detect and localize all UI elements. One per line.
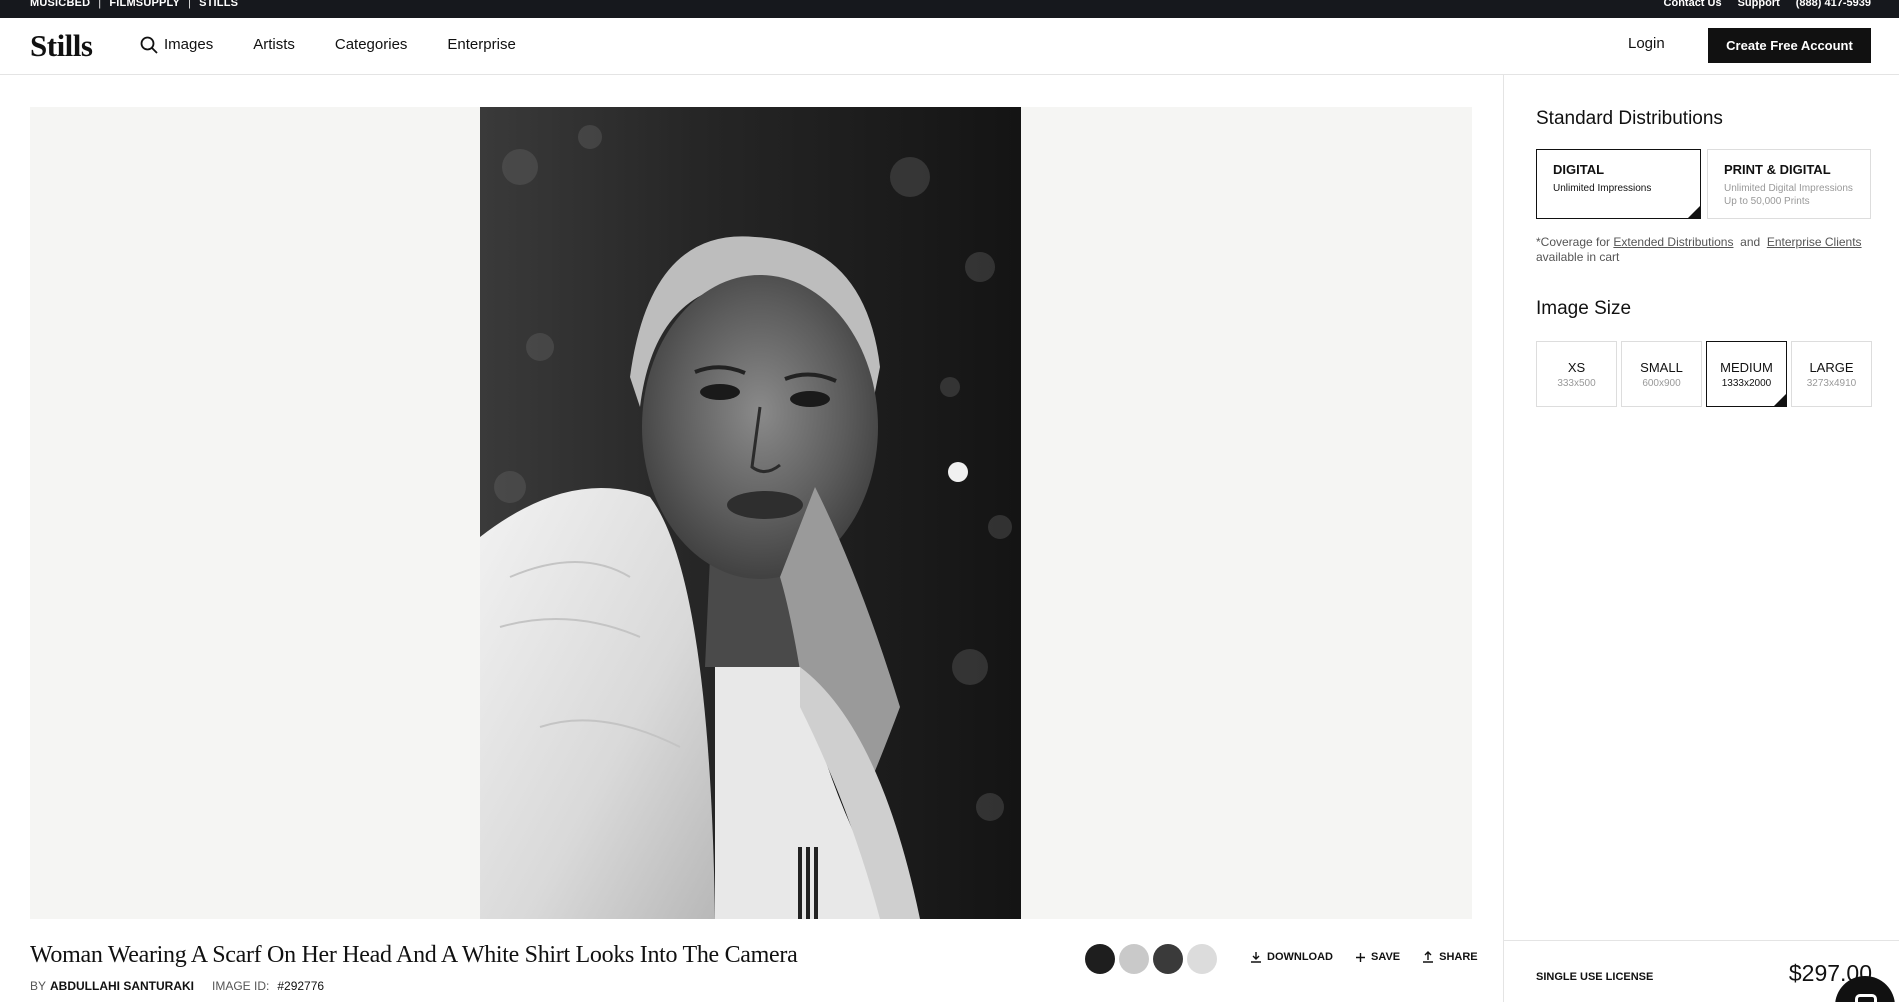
image-actions: DOWNLOAD SAVE SHARE bbox=[1250, 951, 1478, 963]
extended-distributions-link[interactable]: Extended Distributions bbox=[1613, 235, 1733, 249]
coverage-and: and bbox=[1740, 235, 1761, 249]
size-name: MEDIUM bbox=[1720, 359, 1773, 375]
portrait-photo[interactable] bbox=[480, 107, 1021, 919]
distributions-heading: Standard Distributions bbox=[1536, 108, 1723, 129]
share-button[interactable]: SHARE bbox=[1422, 951, 1478, 963]
utility-links: Contact Us Support (888) 417-5939 bbox=[1664, 0, 1871, 9]
image-meta: BY ABDULLAHI SANTURAKI IMAGE ID: #292776 bbox=[30, 979, 324, 993]
distribution-title: PRINT & DIGITAL bbox=[1724, 162, 1831, 177]
save-label: SAVE bbox=[1371, 951, 1401, 963]
search-icon bbox=[140, 36, 158, 54]
size-name: LARGE bbox=[1809, 359, 1854, 375]
share-icon bbox=[1423, 951, 1434, 963]
image-title: Woman Wearing A Scarf On Her Head And A … bbox=[30, 942, 798, 968]
size-name: SMALL bbox=[1640, 359, 1683, 375]
selected-corner-marker bbox=[1688, 206, 1700, 218]
distribution-desc: Up to 50,000 Prints bbox=[1724, 196, 1810, 207]
phone-link[interactable]: (888) 417-5939 bbox=[1796, 0, 1871, 9]
chat-icon bbox=[1855, 994, 1877, 1002]
image-size-heading: Image Size bbox=[1536, 298, 1632, 319]
nav-item-artists[interactable]: Artists bbox=[253, 36, 295, 53]
size-dims: 600x900 bbox=[1642, 377, 1681, 389]
stills-logo[interactable]: Stills bbox=[30, 28, 93, 64]
support-link[interactable]: Support bbox=[1738, 0, 1780, 9]
color-swatch[interactable] bbox=[1085, 944, 1115, 974]
nav-item-categories[interactable]: Categories bbox=[335, 36, 408, 53]
purchase-panel: Standard Distributions DIGITAL Unlimited… bbox=[1503, 75, 1899, 1002]
image-viewer bbox=[30, 107, 1472, 919]
by-label: BY bbox=[30, 979, 47, 993]
selected-corner-marker bbox=[1774, 394, 1786, 406]
color-swatch[interactable] bbox=[1187, 944, 1217, 974]
distribution-desc: Unlimited Digital Impressions bbox=[1724, 183, 1853, 194]
size-option-large[interactable]: LARGE 3273x4910 bbox=[1791, 341, 1872, 407]
nav-item-images[interactable]: Images bbox=[140, 35, 214, 54]
artist-link[interactable]: ABDULLAHI SANTURAKI bbox=[50, 979, 194, 993]
brand-link-stills[interactable]: STILLS bbox=[199, 0, 238, 9]
nav-item-enterprise[interactable]: Enterprise bbox=[447, 36, 515, 53]
download-label: DOWNLOAD bbox=[1267, 951, 1333, 963]
license-label: SINGLE USE LICENSE bbox=[1536, 971, 1654, 983]
distribution-title: DIGITAL bbox=[1553, 162, 1605, 177]
size-name: XS bbox=[1567, 359, 1586, 375]
enterprise-clients-link[interactable]: Enterprise Clients bbox=[1767, 235, 1862, 249]
size-dims: 333x500 bbox=[1557, 377, 1596, 389]
size-option-medium[interactable]: MEDIUM 1333x2000 bbox=[1706, 341, 1787, 407]
nav-item-label: Images bbox=[164, 35, 214, 53]
coverage-note: *Coverage for Extended Distributions and… bbox=[1536, 235, 1866, 265]
download-button[interactable]: DOWNLOAD bbox=[1250, 951, 1333, 963]
separator: | bbox=[188, 0, 192, 9]
portrait-photo-illustration bbox=[480, 107, 1021, 919]
utility-bar: MUSICBED | FILMSUPPLY | STILLS Contact U… bbox=[0, 0, 1899, 18]
login-link[interactable]: Login bbox=[1628, 35, 1665, 52]
brand-link-musicbed[interactable]: MUSICBED bbox=[30, 0, 90, 9]
size-dims: 1333x2000 bbox=[1721, 377, 1772, 389]
color-swatch[interactable] bbox=[1119, 944, 1149, 974]
separator: | bbox=[98, 0, 102, 9]
image-id-label: IMAGE ID: bbox=[212, 979, 270, 993]
contact-us-link[interactable]: Contact Us bbox=[1664, 0, 1722, 9]
coverage-suffix: available in cart bbox=[1536, 250, 1620, 264]
size-option-xs[interactable]: XS 333x500 bbox=[1536, 341, 1617, 407]
distribution-desc: Unlimited Impressions bbox=[1553, 183, 1652, 194]
brand-links: MUSICBED | FILMSUPPLY | STILLS bbox=[30, 0, 238, 9]
site-header: Stills Images Artists Categories Enterpr… bbox=[0, 18, 1899, 75]
create-account-button[interactable]: Create Free Account bbox=[1708, 28, 1871, 63]
size-option-small[interactable]: SMALL 600x900 bbox=[1621, 341, 1702, 407]
coverage-prefix: *Coverage for bbox=[1536, 235, 1611, 249]
share-label: SHARE bbox=[1439, 951, 1478, 963]
size-dims: 3273x4910 bbox=[1806, 377, 1857, 389]
color-swatches bbox=[1085, 944, 1217, 974]
distribution-option-digital[interactable]: DIGITAL Unlimited Impressions bbox=[1536, 149, 1701, 219]
plus-icon bbox=[1356, 952, 1365, 962]
color-swatch[interactable] bbox=[1153, 944, 1183, 974]
save-button[interactable]: SAVE bbox=[1355, 951, 1400, 963]
download-icon bbox=[1251, 952, 1261, 963]
size-options: XS 333x500 SMALL 600x900 MEDIUM 1333x200… bbox=[1536, 341, 1872, 407]
main-nav: Images Artists Categories Enterprise bbox=[140, 35, 556, 54]
distribution-option-print-digital[interactable]: PRINT & DIGITAL Unlimited Digital Impres… bbox=[1707, 149, 1871, 219]
image-id: #292776 bbox=[277, 979, 325, 993]
brand-link-filmsupply[interactable]: FILMSUPPLY bbox=[109, 0, 180, 9]
